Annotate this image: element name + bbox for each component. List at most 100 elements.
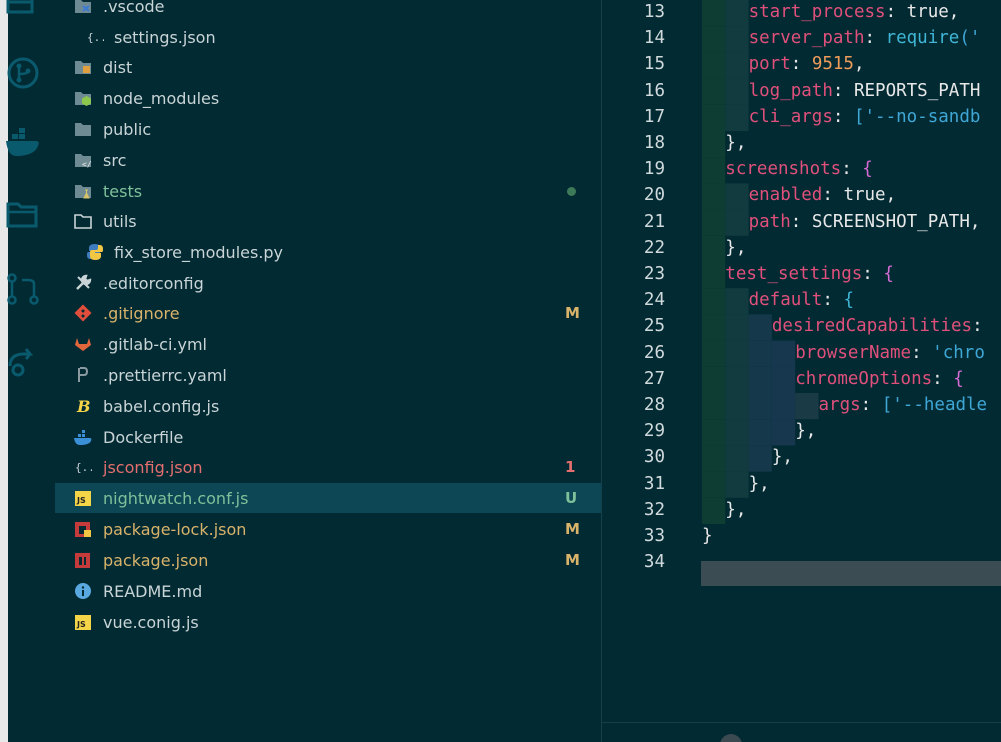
explorer-item[interactable]: tests xyxy=(55,176,601,206)
code-token: : xyxy=(822,185,844,206)
code-line[interactable]: 22}, xyxy=(602,238,1001,264)
code-line[interactable]: 15 port: 9515, xyxy=(602,54,1001,80)
line-number: 29 xyxy=(643,421,665,442)
folders-icon[interactable] xyxy=(6,198,40,232)
code-line[interactable]: 14 server_path: require(' xyxy=(602,28,1001,54)
code-token: start_process xyxy=(748,2,886,22)
explorer-item[interactable]: package.json M xyxy=(55,545,601,575)
explorer-item[interactable]: README.md xyxy=(55,576,601,606)
line-number: 26 xyxy=(643,342,665,363)
code-line[interactable]: 17 cli_args: ['--no-sandb xyxy=(602,107,1001,133)
code-token: SCREENSHOT_PATH, xyxy=(811,211,981,232)
svg-text:JS: JS xyxy=(76,496,86,505)
explorer-item[interactable]: utils xyxy=(55,206,601,236)
source-control-icon[interactable] xyxy=(6,56,40,90)
code-token: : xyxy=(862,264,884,284)
code-line[interactable]: 29}, xyxy=(602,421,1001,447)
explorer-item[interactable]: fix_store_modules.py xyxy=(55,237,601,267)
code-token: REPORTS_PATH xyxy=(853,80,981,101)
line-number: 19 xyxy=(643,159,665,180)
explorer-item[interactable]: JS vue.conig.js xyxy=(55,607,601,637)
code-token: args xyxy=(818,395,861,415)
src-folder-icon: </> xyxy=(74,151,92,169)
explorer-item[interactable]: dist xyxy=(55,52,601,82)
docker-icon[interactable] xyxy=(6,126,40,160)
code-editor[interactable]: 13 start_process: true, 14 server_path: req… xyxy=(602,0,1001,742)
explorer-item[interactable]: Bbabel.config.js xyxy=(55,391,601,421)
explorer-item-label: .gitlab-ci.yml xyxy=(103,334,207,354)
code-token: desiredCapabilities xyxy=(771,316,973,337)
code-line[interactable]: 30}, xyxy=(602,447,1001,473)
code-token: true xyxy=(906,2,949,22)
code-token: }, xyxy=(725,499,747,520)
code-text: default: { xyxy=(749,290,854,310)
git-status-badge: M xyxy=(565,304,580,322)
explorer-item[interactable]: .editorconfig xyxy=(55,268,601,298)
svg-text:</>: </> xyxy=(82,160,92,169)
line-number: 28 xyxy=(643,395,665,415)
code-token: : xyxy=(832,106,854,127)
remote-explorer-icon[interactable] xyxy=(6,344,40,378)
explorer-item[interactable]: .gitlab-ci.yml xyxy=(55,329,601,359)
code-line[interactable]: 27 chromeOptions: { xyxy=(602,369,1001,395)
code-line[interactable]: 34 xyxy=(602,552,1001,578)
line-number: 14 xyxy=(643,28,665,49)
code-line[interactable]: 21 path: SCREENSHOT_PATH, xyxy=(602,212,1001,238)
code-line[interactable]: 19 screenshots: { xyxy=(602,159,1001,185)
explorer-item-label: src xyxy=(103,150,127,170)
explorer-icon[interactable] xyxy=(6,0,40,20)
code-text: } xyxy=(702,526,713,546)
explorer-item[interactable]: package-lock.json M xyxy=(55,514,601,544)
git-status-badge: U xyxy=(565,489,578,507)
explorer-item-label: Dockerfile xyxy=(103,427,184,447)
explorer-item[interactable]: </> src xyxy=(55,145,601,175)
explorer-item[interactable]: .vscode xyxy=(55,0,601,21)
code-line[interactable]: 32}, xyxy=(602,500,1001,526)
code-line[interactable]: 31}, xyxy=(602,474,1001,500)
line-number: 13 xyxy=(643,2,665,22)
git-status-badge: 1 xyxy=(565,458,576,476)
explorer-item[interactable]: JS nightwatch.conf.js U xyxy=(55,483,601,513)
code-token: log_path xyxy=(748,80,833,101)
code-line[interactable]: 28 args: ['--headle xyxy=(602,395,1001,421)
code-text: }, xyxy=(725,133,746,153)
code-line[interactable]: 25 desiredCapabilities: xyxy=(602,316,1001,342)
code-token: true xyxy=(843,185,886,206)
explorer-item[interactable]: .gitignore M xyxy=(55,298,601,328)
code-text: port: 9515, xyxy=(749,54,865,74)
code-token: ['--headle xyxy=(881,395,988,415)
explorer-item-label: .prettierrc.yaml xyxy=(103,365,227,385)
code-token: { xyxy=(862,159,873,180)
explorer-item[interactable]: node_modules xyxy=(55,83,601,113)
pull-request-icon[interactable] xyxy=(6,272,40,306)
code-line[interactable]: 24 default: { xyxy=(602,290,1001,316)
code-token: }, xyxy=(771,447,793,468)
code-line[interactable]: 23 test_settings: { xyxy=(602,264,1001,290)
code-token: , xyxy=(885,185,897,206)
code-line[interactable]: 16 log_path: REPORTS_PATH xyxy=(602,81,1001,107)
prettier-icon xyxy=(74,366,92,384)
explorer-item-label: jsconfig.json xyxy=(103,457,203,477)
code-token: , xyxy=(948,2,960,22)
code-line[interactable]: 13 start_process: true, xyxy=(602,2,1001,28)
explorer-item[interactable]: public xyxy=(55,114,601,144)
code-text: args: ['--headle xyxy=(819,395,988,415)
code-line[interactable]: 33} xyxy=(602,526,1001,552)
folder-icon xyxy=(74,120,92,138)
line-number: 34 xyxy=(643,552,665,573)
explorer-item[interactable]: Dockerfile xyxy=(55,422,601,452)
explorer-item[interactable]: .prettierrc.yaml xyxy=(55,360,601,390)
code-token: : xyxy=(790,211,812,232)
python-icon xyxy=(86,243,104,261)
code-line[interactable]: 18}, xyxy=(602,133,1001,159)
code-line[interactable]: 20 enabled: true, xyxy=(602,185,1001,211)
json-braces-icon: {..} xyxy=(74,458,92,476)
code-text: }, xyxy=(725,500,746,520)
code-line[interactable]: 26 browserName: 'chro xyxy=(602,343,1001,369)
code-token: }, xyxy=(725,237,747,258)
code-token: }, xyxy=(795,421,817,442)
explorer-item[interactable]: {..} jsconfig.json 1 xyxy=(55,452,601,482)
js-icon: JS xyxy=(74,613,92,631)
code-token: enabled xyxy=(748,185,823,206)
explorer-item[interactable]: {..} settings.json xyxy=(55,22,601,52)
